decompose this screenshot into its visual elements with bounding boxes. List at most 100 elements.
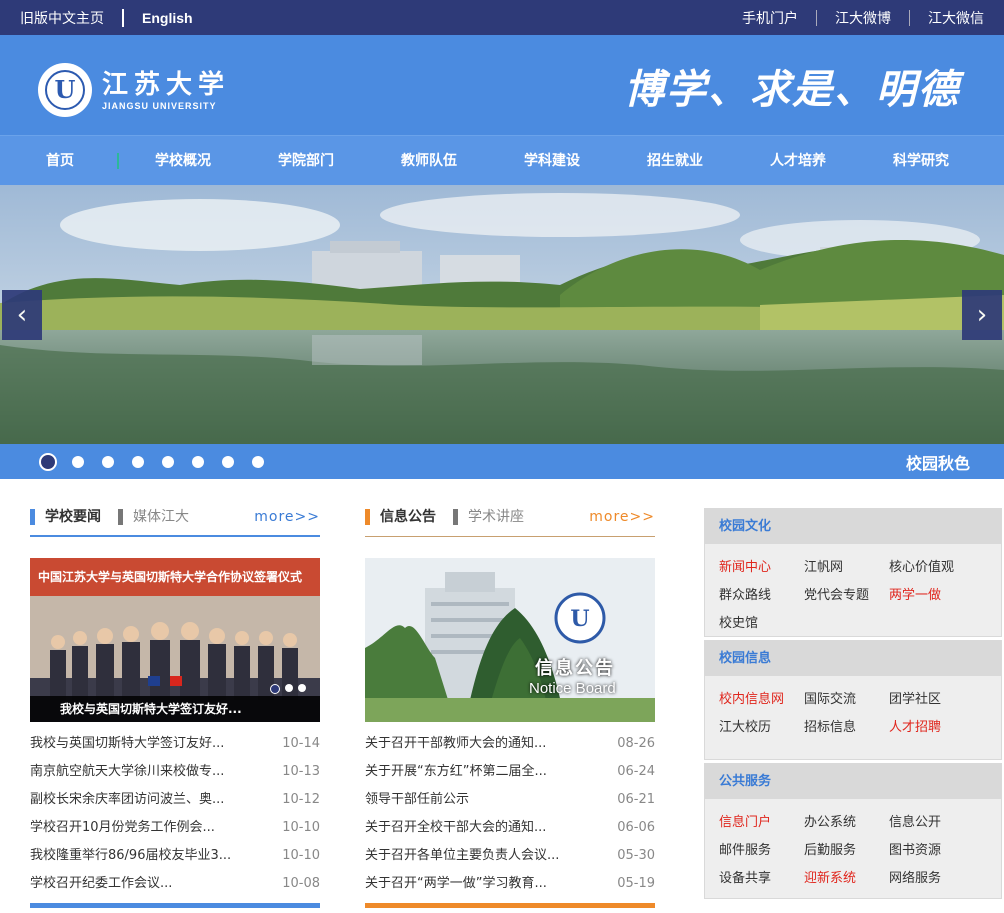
slider-prev-button[interactable]: ‹: [2, 290, 42, 340]
notice-footer-bar: [365, 903, 655, 908]
logo-english-name: JIANGSU UNIVERSITY: [102, 101, 217, 111]
list-item[interactable]: 关于召开干部教师大会的通知... 08-26: [365, 730, 655, 758]
sidebar-link[interactable]: 江帆网: [804, 554, 889, 582]
slider-dot[interactable]: [39, 453, 57, 471]
nav-item-departments[interactable]: 学院部门: [256, 136, 356, 186]
list-item-title[interactable]: 学校召开10月份党务工作例会...: [30, 814, 215, 842]
sidebar-link[interactable]: 设备共享: [719, 865, 804, 893]
top-divider: [816, 9, 817, 26]
list-item-title[interactable]: 副校长宋余庆率团访问波兰、奥...: [30, 786, 224, 814]
news-photo-dot[interactable]: [298, 684, 306, 692]
list-item[interactable]: 南京航空航天大学徐川来校做专... 10-13: [30, 758, 320, 786]
sidebar-link[interactable]: 群众路线: [719, 582, 804, 610]
sidebar-link[interactable]: 两学一做: [889, 582, 974, 610]
list-item[interactable]: 学校召开10月份党务工作例会... 10-10: [30, 814, 320, 842]
english-link[interactable]: English: [142, 10, 193, 26]
sidebar-link[interactable]: 邮件服务: [719, 837, 804, 865]
notice-header: 信息公告 学术讲座 more>>: [365, 505, 655, 537]
list-item-title[interactable]: 我校与英国切斯特大学签订友好...: [30, 730, 224, 758]
university-logo[interactable]: U 江苏大学 JIANGSU UNIVERSITY: [38, 63, 230, 117]
list-item-title[interactable]: 学校召开纪委工作会议...: [30, 870, 172, 898]
slider-dot[interactable]: [162, 456, 174, 468]
sidebar-link[interactable]: 办公系统: [804, 809, 889, 837]
sidebar-link[interactable]: 人才招聘: [889, 714, 974, 742]
hero-slider: ‹ › 校园秋色: [0, 185, 1004, 479]
list-item-title[interactable]: 南京航空航天大学徐川来校做专...: [30, 758, 224, 786]
notice-board-title: 信息公告: [535, 658, 615, 679]
list-item-title[interactable]: 关于召开各单位主要负责人会议...: [365, 842, 559, 870]
sidebar-link[interactable]: 江大校历: [719, 714, 804, 742]
sidebar-link[interactable]: 信息公开: [889, 809, 974, 837]
list-item-title[interactable]: 领导干部任前公示: [365, 786, 469, 814]
sidebar-link[interactable]: 迎新系统: [804, 865, 889, 893]
slider-dots: [39, 453, 282, 471]
list-item[interactable]: 关于开展“东方红”杯第二届全... 06-24: [365, 758, 655, 786]
list-item-date: 08-26: [617, 736, 655, 751]
list-item-title[interactable]: 我校隆重举行86/96届校友毕业3...: [30, 842, 231, 870]
sidebar-link[interactable]: 后勤服务: [804, 837, 889, 865]
list-item-date: 05-30: [617, 848, 655, 863]
notice-photo[interactable]: U 信息公告 Notice Board: [365, 558, 655, 722]
news-more-link[interactable]: more>>: [254, 509, 320, 525]
list-item[interactable]: 我校隆重举行86/96届校友毕业3... 10-10: [30, 842, 320, 870]
news-footer-bar: [30, 903, 320, 908]
nav-item-research[interactable]: 科学研究: [871, 136, 971, 186]
sidebar-link[interactable]: 网络服务: [889, 865, 974, 893]
nav-item-disciplines[interactable]: 学科建设: [502, 136, 602, 186]
wechat-link[interactable]: 江大微信: [928, 8, 984, 28]
news-photo-dot[interactable]: [270, 684, 280, 694]
list-item-title[interactable]: 关于开展“东方红”杯第二届全...: [365, 758, 547, 786]
slider-dot[interactable]: [132, 456, 144, 468]
sidebar-link[interactable]: 团学社区: [889, 686, 974, 714]
list-item-date: 10-13: [282, 764, 320, 779]
old-homepage-link[interactable]: 旧版中文主页: [20, 8, 104, 28]
list-item-title[interactable]: 关于召开干部教师大会的通知...: [365, 730, 546, 758]
tab-notices[interactable]: 信息公告: [365, 509, 436, 525]
tab-media[interactable]: 媒体江大: [118, 509, 189, 525]
list-item[interactable]: 关于召开各单位主要负责人会议... 05-30: [365, 842, 655, 870]
slider-dot[interactable]: [252, 456, 264, 468]
nav-item-overview[interactable]: 学校概况: [133, 136, 233, 186]
list-item-date: 06-24: [617, 764, 655, 779]
nav-item-talent-training[interactable]: 人才培养: [748, 136, 848, 186]
tab-school-news[interactable]: 学校要闻: [30, 509, 101, 525]
sidebar-link[interactable]: 信息门户: [719, 809, 804, 837]
list-item[interactable]: 关于召开全校干部大会的通知... 06-06: [365, 814, 655, 842]
sidebar-link[interactable]: 图书资源: [889, 837, 974, 865]
sidebar-link[interactable]: 核心价值观: [889, 554, 974, 582]
list-item[interactable]: 领导干部任前公示 06-21: [365, 786, 655, 814]
weibo-link[interactable]: 江大微博: [835, 8, 891, 28]
slider-dot[interactable]: [222, 456, 234, 468]
university-motto: 博学、求是、明德: [624, 66, 960, 113]
sidebar-link[interactable]: 校内信息网: [719, 686, 804, 714]
slider-next-button[interactable]: ›: [962, 290, 1002, 340]
mobile-portal-link[interactable]: 手机门户: [742, 8, 798, 28]
campus-lake-image: [0, 185, 1004, 445]
news-photo-dot[interactable]: [285, 684, 293, 692]
list-item[interactable]: 我校与英国切斯特大学签订友好... 10-14: [30, 730, 320, 758]
slider-dot[interactable]: [72, 456, 84, 468]
sidebar-link[interactable]: 党代会专题: [804, 582, 889, 610]
nav-item-home[interactable]: 首页: [10, 136, 110, 186]
nav-item-faculty[interactable]: 教师队伍: [379, 136, 479, 186]
slider-caption: 校园秋色: [905, 454, 970, 473]
sidebar-panel-title: 校园信息: [705, 641, 1001, 676]
slider-dot[interactable]: [102, 456, 114, 468]
sidebar-link[interactable]: 招标信息: [804, 714, 889, 742]
list-item-date: 05-19: [617, 876, 655, 891]
slider-dot[interactable]: [192, 456, 204, 468]
list-item[interactable]: 副校长宋余庆率团访问波兰、奥... 10-12: [30, 786, 320, 814]
list-item[interactable]: 学校召开纪委工作会议... 10-08: [30, 870, 320, 898]
sidebar-link[interactable]: 新闻中心: [719, 554, 804, 582]
list-item-title[interactable]: 关于召开“两学一做”学习教育...: [365, 870, 547, 898]
nav-item-admissions[interactable]: 招生就业: [625, 136, 725, 186]
sidebar-link[interactable]: 校史馆: [719, 610, 804, 638]
notice-more-link[interactable]: more>>: [589, 509, 655, 525]
sidebar-link[interactable]: 国际交流: [804, 686, 889, 714]
list-item-date: 06-21: [617, 792, 655, 807]
list-item-title[interactable]: 关于召开全校干部大会的通知...: [365, 814, 546, 842]
list-item[interactable]: 关于召开“两学一做”学习教育... 05-19: [365, 870, 655, 898]
tab-lectures[interactable]: 学术讲座: [453, 509, 524, 525]
news-photo[interactable]: 中国江苏大学与英国切斯特大学合作协议签署仪式 我校与英国切斯特大学签订友好...: [30, 558, 320, 722]
ceremony-banner-text: 中国江苏大学与英国切斯特大学合作协议签署仪式: [38, 570, 303, 584]
